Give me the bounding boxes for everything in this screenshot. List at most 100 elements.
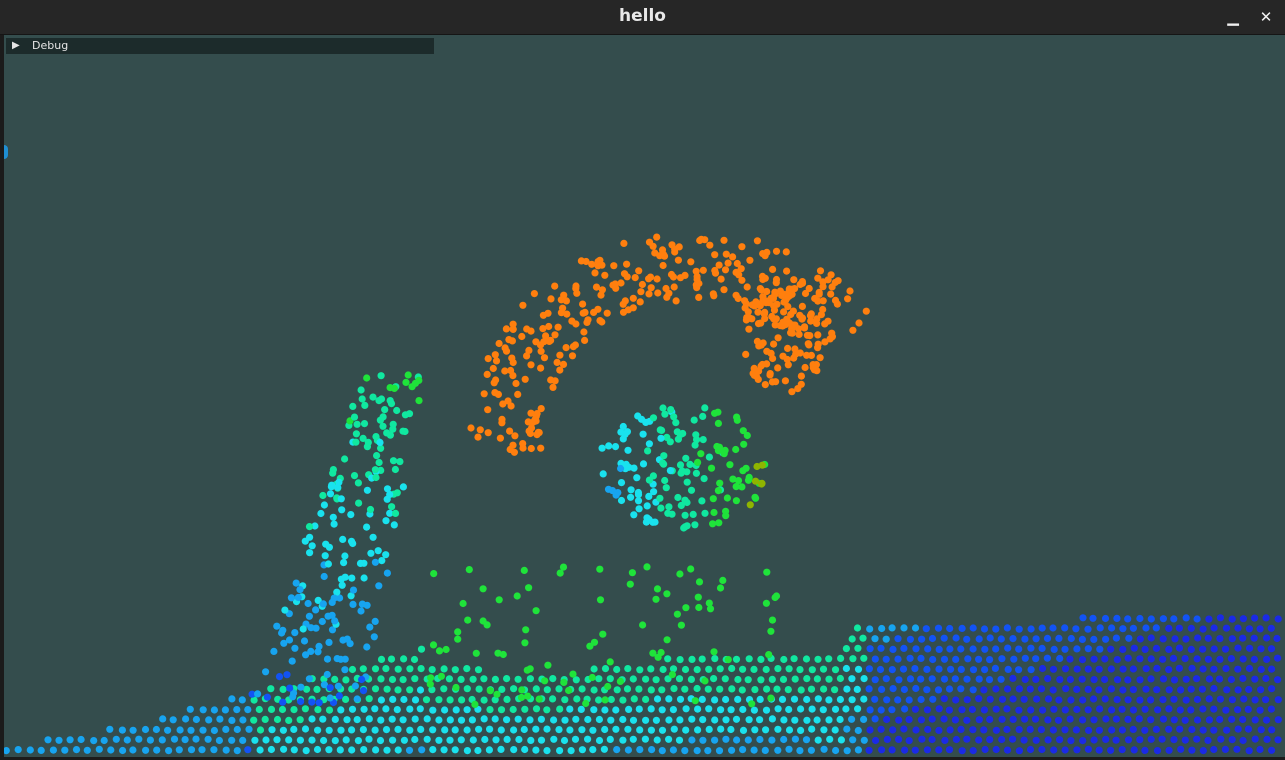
debug-panel-header[interactable]: ▶ Debug [6, 38, 434, 54]
particle [305, 523, 314, 531]
particle [738, 243, 746, 251]
particle [530, 290, 539, 298]
particle [682, 604, 690, 612]
particle [578, 746, 587, 754]
particle [1032, 655, 1040, 663]
particle [560, 736, 569, 745]
particle [578, 685, 586, 693]
particle [750, 746, 758, 754]
particle [559, 563, 568, 571]
particle [991, 664, 1000, 673]
particle [495, 339, 503, 348]
particle [1136, 635, 1144, 643]
particle [860, 654, 868, 662]
particle [590, 686, 598, 694]
particle [1251, 696, 1259, 704]
particle [963, 716, 971, 724]
particle [720, 236, 728, 244]
particle [376, 736, 385, 745]
particle [49, 746, 58, 754]
particle [756, 716, 764, 724]
simulation-viewport[interactable]: ▶ Debug [4, 35, 1285, 757]
particle [940, 695, 948, 703]
particle [1215, 675, 1224, 683]
particle [1239, 715, 1247, 724]
particle [1159, 696, 1167, 704]
particle [1221, 745, 1229, 754]
particle [532, 685, 540, 693]
particle [1129, 624, 1137, 632]
particle [592, 283, 601, 291]
particle [320, 572, 328, 581]
particle [635, 685, 643, 693]
particle [784, 686, 792, 694]
particle [535, 695, 543, 703]
particle [526, 429, 535, 438]
particle [668, 671, 677, 679]
particle [1032, 635, 1040, 643]
particle [399, 427, 407, 435]
particle [941, 736, 949, 745]
particle [584, 715, 592, 724]
particle [1061, 645, 1069, 653]
particle [693, 666, 701, 674]
edge-handle[interactable] [4, 145, 8, 159]
particle [1170, 676, 1179, 684]
particle [394, 746, 402, 754]
particle [1119, 686, 1127, 694]
particle [1193, 735, 1201, 743]
particle [699, 266, 707, 274]
particle [676, 461, 685, 469]
particle [463, 747, 471, 755]
particle [878, 746, 886, 754]
particle [560, 291, 568, 299]
particle [682, 705, 690, 713]
particle [814, 344, 822, 352]
particle [394, 686, 402, 694]
minimize-button[interactable]: ▁ [1219, 3, 1247, 31]
particle [1165, 725, 1173, 733]
particle [1182, 675, 1190, 683]
particle [639, 460, 648, 468]
particle [305, 675, 313, 683]
particle [701, 509, 709, 517]
particle [1216, 635, 1224, 643]
particle [714, 408, 722, 416]
particle [1044, 716, 1052, 724]
particle [745, 325, 753, 333]
particle [705, 665, 713, 673]
particle [405, 746, 414, 754]
particle [952, 735, 961, 744]
particle [1102, 635, 1110, 643]
particle [733, 416, 741, 424]
particle [800, 323, 809, 331]
particle [848, 696, 856, 704]
particle [771, 593, 779, 602]
particle [349, 586, 358, 594]
particle [969, 666, 978, 674]
particle [129, 746, 137, 754]
particle [481, 735, 489, 744]
particle [383, 746, 391, 754]
particle [651, 518, 659, 526]
particle [571, 341, 580, 349]
particle [141, 725, 150, 734]
particle [929, 655, 937, 664]
particle [756, 735, 764, 744]
close-button[interactable]: ✕ [1252, 3, 1280, 31]
window-titlebar[interactable]: hello ▁ ✕ [0, 0, 1285, 35]
particle [726, 461, 734, 469]
particle [343, 716, 351, 724]
particle [1199, 645, 1207, 653]
particle [727, 706, 735, 714]
particle [1147, 655, 1155, 663]
particle [746, 501, 754, 509]
particle [623, 260, 631, 268]
particle [1267, 624, 1275, 632]
particle [1090, 736, 1098, 744]
particle [406, 705, 414, 713]
particle [357, 607, 365, 615]
particle [709, 520, 717, 528]
particle [262, 736, 270, 744]
collapse-arrow-icon[interactable]: ▶ [12, 38, 20, 54]
